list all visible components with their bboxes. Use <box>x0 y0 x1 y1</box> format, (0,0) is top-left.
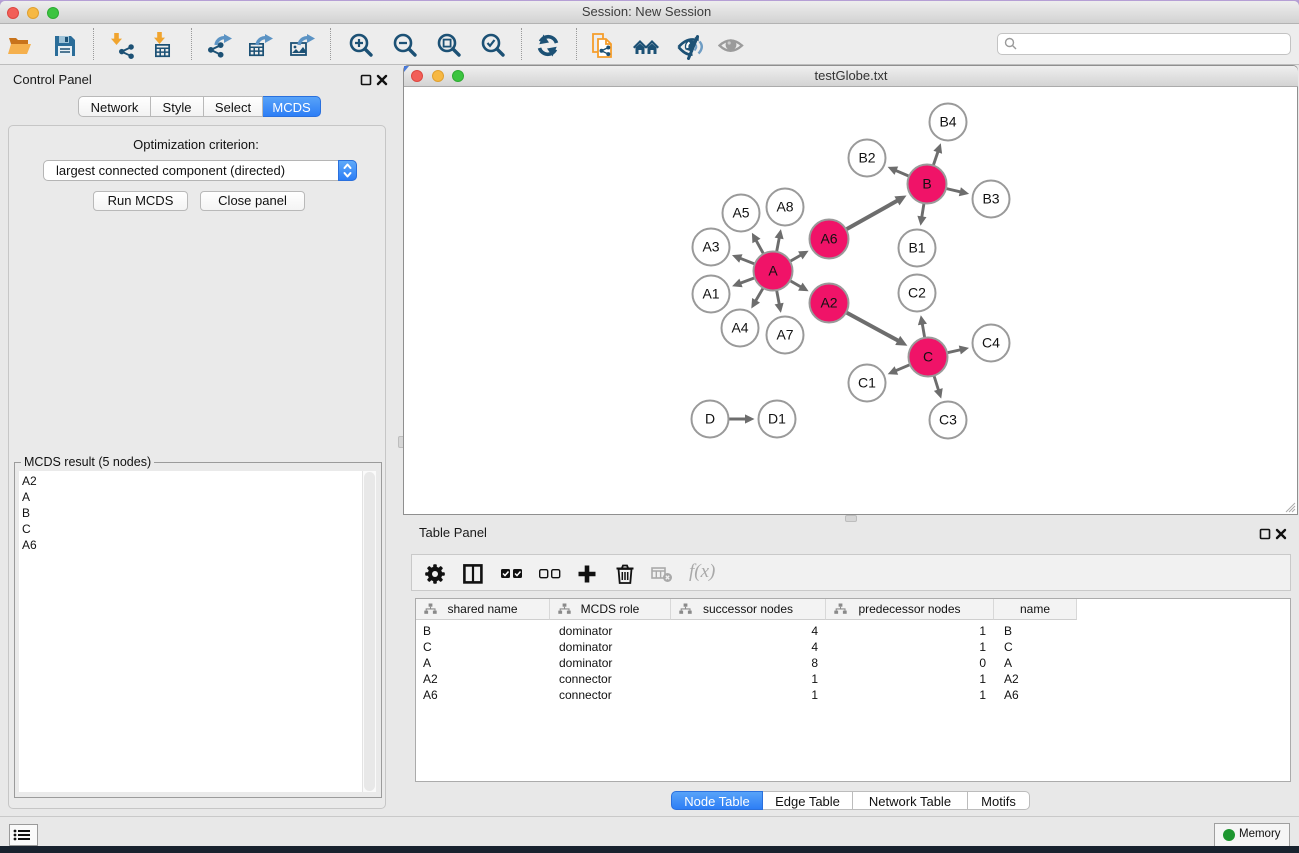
svg-text:A4: A4 <box>731 320 748 336</box>
svg-text:A: A <box>768 263 778 279</box>
svg-text:C: C <box>923 349 933 365</box>
svg-text:B2: B2 <box>858 150 875 166</box>
svg-text:C1: C1 <box>858 375 876 391</box>
svg-text:C3: C3 <box>939 412 957 428</box>
svg-text:A2: A2 <box>820 295 837 311</box>
svg-text:B4: B4 <box>939 114 956 130</box>
svg-text:A5: A5 <box>732 205 749 221</box>
svg-text:A3: A3 <box>702 239 719 255</box>
svg-text:C2: C2 <box>908 285 926 301</box>
svg-text:A7: A7 <box>776 327 793 343</box>
svg-text:A1: A1 <box>702 286 719 302</box>
svg-text:A6: A6 <box>820 231 837 247</box>
svg-text:B: B <box>922 176 931 192</box>
svg-text:A8: A8 <box>776 199 793 215</box>
svg-text:B3: B3 <box>982 191 999 207</box>
svg-text:D1: D1 <box>768 411 786 427</box>
svg-text:B1: B1 <box>908 240 925 256</box>
svg-text:C4: C4 <box>982 335 1000 351</box>
svg-text:D: D <box>705 411 715 427</box>
